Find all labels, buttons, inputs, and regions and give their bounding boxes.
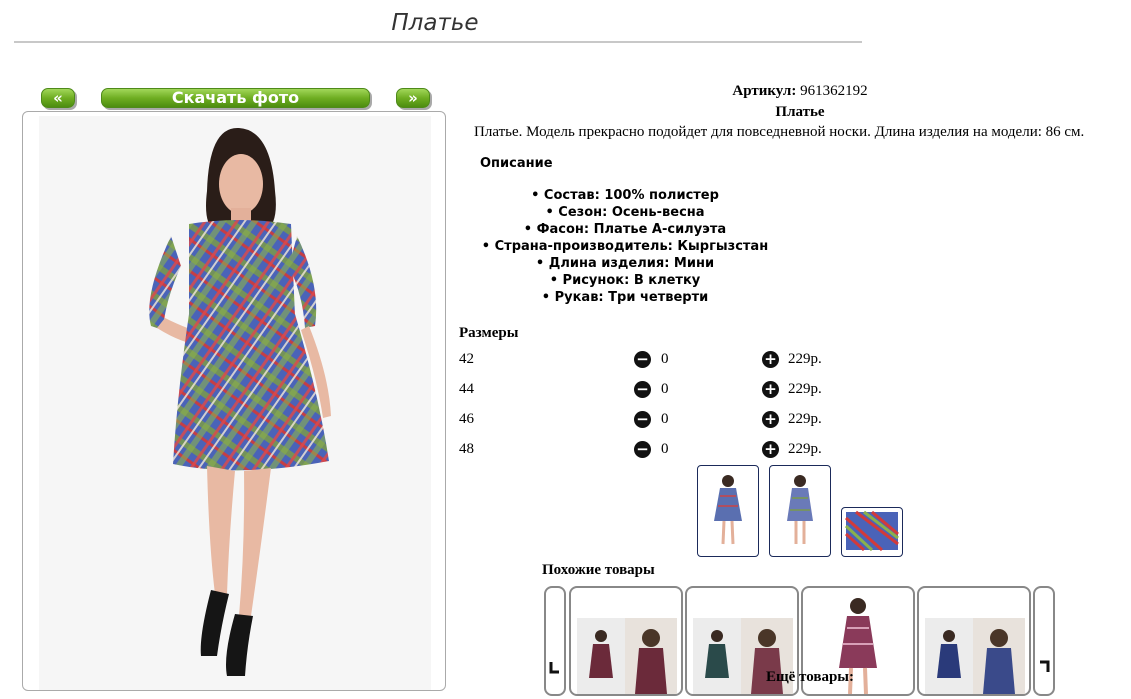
quantity-value: 0 <box>661 381 669 397</box>
arrow-right-icon <box>1040 660 1050 672</box>
title-divider <box>14 41 862 43</box>
photo-thumbnail[interactable] <box>769 465 831 557</box>
quantity-value: 0 <box>661 411 669 427</box>
dress-photo-icon <box>149 127 331 676</box>
more-products-link[interactable]: Ещё товары: <box>700 669 920 686</box>
carousel-prev-button[interactable] <box>544 586 566 696</box>
similar-products-heading: Похожие товары <box>542 562 655 578</box>
plus-icon[interactable]: + <box>762 411 779 428</box>
similar-product-card[interactable] <box>569 586 683 696</box>
attribute-item: • Рукав: Три четверти <box>541 290 709 305</box>
article-label: Артикул: <box>732 83 797 99</box>
quantity-value: 0 <box>661 351 669 367</box>
minus-icon[interactable]: − <box>634 411 651 428</box>
page-title: Платье <box>391 10 479 36</box>
dress-back-icon <box>787 475 813 544</box>
attribute-item: • Сезон: Осень-весна <box>545 205 705 220</box>
sizes-heading: Размеры <box>459 325 519 341</box>
attribute-item: • Состав: 100% полистер <box>531 188 719 203</box>
dress-front-icon <box>714 475 742 545</box>
attribute-item: • Страна-производитель: Кыргызстан <box>481 239 769 254</box>
photo-thumbnail[interactable] <box>697 465 759 557</box>
similar-product-card[interactable] <box>917 586 1031 696</box>
photo-thumbnail[interactable] <box>841 507 903 557</box>
product-name: Платье <box>775 104 825 120</box>
main-photo[interactable] <box>39 116 431 690</box>
quantity-value: 0 <box>661 441 669 457</box>
attribute-list: • Состав: 100% полистер • Сезон: Осень-в… <box>460 187 790 306</box>
main-photo-frame <box>22 111 446 691</box>
size-price: 229р. <box>788 381 822 397</box>
size-price: 229р. <box>788 351 822 367</box>
size-label: 42 <box>459 351 474 367</box>
product-thumbnail-icon <box>577 618 677 694</box>
fabric-swatch-icon <box>844 510 899 552</box>
plus-icon[interactable]: + <box>762 381 779 398</box>
prev-photo-button[interactable]: « <box>41 88 75 108</box>
minus-icon[interactable]: − <box>634 381 651 398</box>
product-thumbnail-icon <box>925 618 1025 694</box>
article-line: Артикул: 961362192 <box>640 83 960 100</box>
arrow-left-icon <box>549 662 559 674</box>
attribute-item: • Фасон: Платье А-силуэта <box>523 222 727 237</box>
article-value: 961362192 <box>800 83 868 99</box>
size-price: 229р. <box>788 441 822 457</box>
attribute-item: • Длина изделия: Мини <box>535 256 715 271</box>
download-photo-button[interactable]: Скачать фото <box>101 88 370 108</box>
product-description: Платье. Модель прекрасно подойдет для по… <box>474 124 1085 140</box>
carousel-next-button[interactable] <box>1033 586 1055 696</box>
size-label: 48 <box>459 441 474 457</box>
minus-icon[interactable]: − <box>634 351 651 368</box>
size-label: 44 <box>459 381 474 397</box>
plus-icon[interactable]: + <box>762 441 779 458</box>
next-photo-button[interactable]: » <box>396 88 430 108</box>
plus-icon[interactable]: + <box>762 351 779 368</box>
details-heading: Описание <box>480 156 553 171</box>
size-price: 229р. <box>788 411 822 427</box>
size-label: 46 <box>459 411 474 427</box>
minus-icon[interactable]: − <box>634 441 651 458</box>
attribute-item: • Рисунок: В клетку <box>549 273 701 288</box>
